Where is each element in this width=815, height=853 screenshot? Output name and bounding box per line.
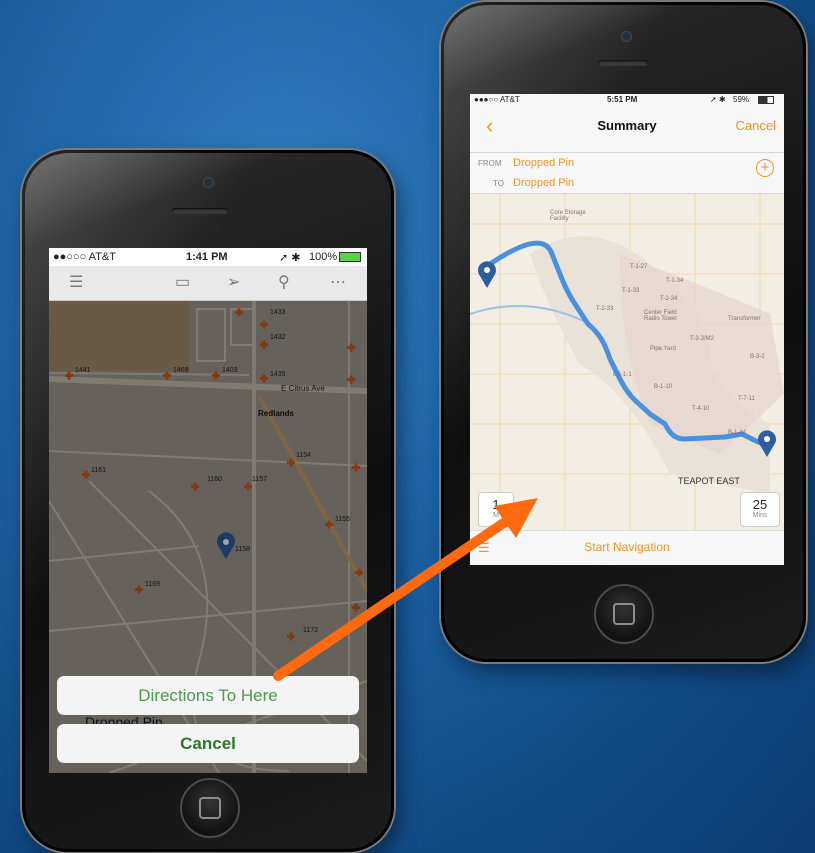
transition-arrow (273, 498, 538, 681)
